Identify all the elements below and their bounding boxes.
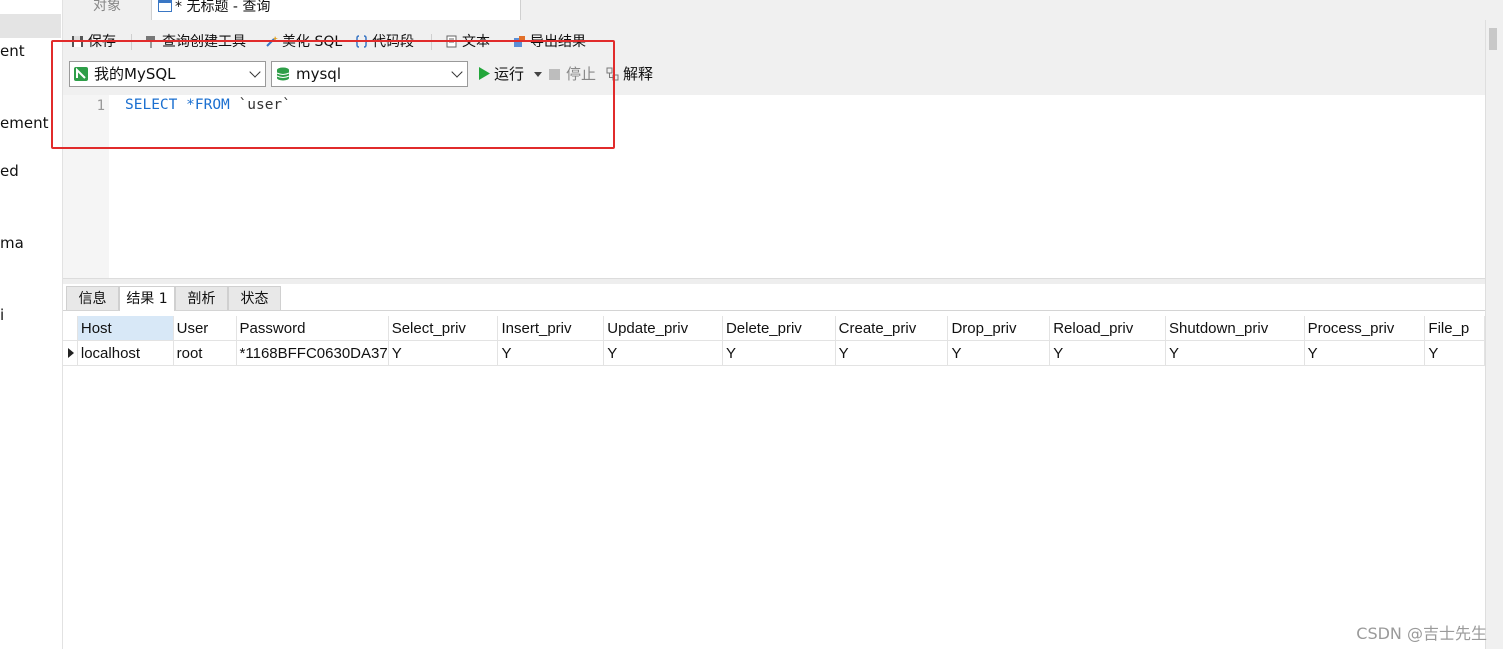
tab-result-1[interactable]: 结果 1 bbox=[119, 286, 175, 311]
column-header[interactable]: Drop_priv bbox=[947, 316, 1051, 341]
row-marker-header bbox=[63, 316, 78, 341]
scrollbar-thumb[interactable] bbox=[1489, 28, 1497, 50]
column-header[interactable]: File_p bbox=[1424, 316, 1485, 341]
table-cell[interactable]: Y bbox=[1165, 340, 1305, 366]
tab-profile[interactable]: 剖析 bbox=[175, 286, 228, 310]
table-cell[interactable]: Y bbox=[1424, 340, 1485, 366]
column-header[interactable]: Select_priv bbox=[388, 316, 499, 341]
result-grid[interactable]: Host User Password Select_priv Insert_pr… bbox=[63, 311, 1485, 649]
navigator-item[interactable]: ement bbox=[0, 114, 48, 132]
document-tab-strip: 对象 * 无标题 - 查询 bbox=[63, 0, 1503, 20]
explain-label: 解释 bbox=[623, 65, 654, 83]
table-row[interactable]: localhost root *1168BFFC0630DA37 Y Y Y Y… bbox=[63, 340, 1485, 366]
column-header[interactable]: Reload_priv bbox=[1049, 316, 1166, 341]
column-header[interactable]: Delete_priv bbox=[722, 316, 836, 341]
table-cell[interactable]: Y bbox=[388, 340, 499, 366]
navigator-item[interactable]: ed bbox=[0, 162, 19, 180]
column-header[interactable]: Shutdown_priv bbox=[1165, 316, 1305, 341]
annotation-highlight-box bbox=[51, 40, 615, 149]
column-header[interactable]: Insert_priv bbox=[497, 316, 605, 341]
table-cell[interactable]: Y bbox=[603, 340, 723, 366]
table-cell[interactable]: Y bbox=[835, 340, 949, 366]
column-header[interactable]: User bbox=[173, 316, 237, 341]
query-table-icon bbox=[158, 0, 172, 12]
column-header[interactable]: Create_priv bbox=[835, 316, 949, 341]
vertical-scrollbar[interactable] bbox=[1485, 20, 1503, 649]
tab-query[interactable]: * 无标题 - 查询 bbox=[151, 0, 521, 20]
navigator-item[interactable]: ma bbox=[0, 234, 24, 252]
row-marker bbox=[63, 340, 78, 366]
tab-info[interactable]: 信息 bbox=[66, 286, 119, 310]
table-cell[interactable]: Y bbox=[947, 340, 1051, 366]
table-cell[interactable]: *1168BFFC0630DA37 bbox=[236, 340, 389, 366]
column-header[interactable]: Host bbox=[77, 316, 174, 341]
navigator-item[interactable]: i bbox=[0, 306, 4, 324]
table-cell[interactable]: Y bbox=[722, 340, 836, 366]
column-header[interactable]: Password bbox=[236, 316, 389, 341]
table-cell[interactable]: root bbox=[173, 340, 237, 366]
tab-query-label: * 无标题 - 查询 bbox=[175, 0, 271, 15]
tab-status[interactable]: 状态 bbox=[228, 286, 281, 310]
result-tab-strip: 信息 结果 1 剖析 状态 bbox=[63, 284, 1485, 311]
table-cell[interactable]: Y bbox=[1304, 340, 1426, 366]
table-cell[interactable]: localhost bbox=[77, 340, 174, 366]
navigator-item[interactable]: ent bbox=[0, 42, 25, 60]
current-row-arrow-icon bbox=[68, 347, 74, 358]
column-header[interactable]: Process_priv bbox=[1304, 316, 1426, 341]
tab-objects[interactable]: 对象 bbox=[63, 0, 152, 20]
table-header-row: Host User Password Select_priv Insert_pr… bbox=[63, 316, 1485, 341]
navigator-selected-row[interactable] bbox=[0, 14, 61, 38]
column-header[interactable]: Update_priv bbox=[603, 316, 723, 341]
result-table: Host User Password Select_priv Insert_pr… bbox=[63, 316, 1485, 366]
csdn-watermark: CSDN @吉士先生 bbox=[1356, 624, 1487, 643]
table-cell[interactable]: Y bbox=[497, 340, 605, 366]
table-cell[interactable]: Y bbox=[1049, 340, 1166, 366]
